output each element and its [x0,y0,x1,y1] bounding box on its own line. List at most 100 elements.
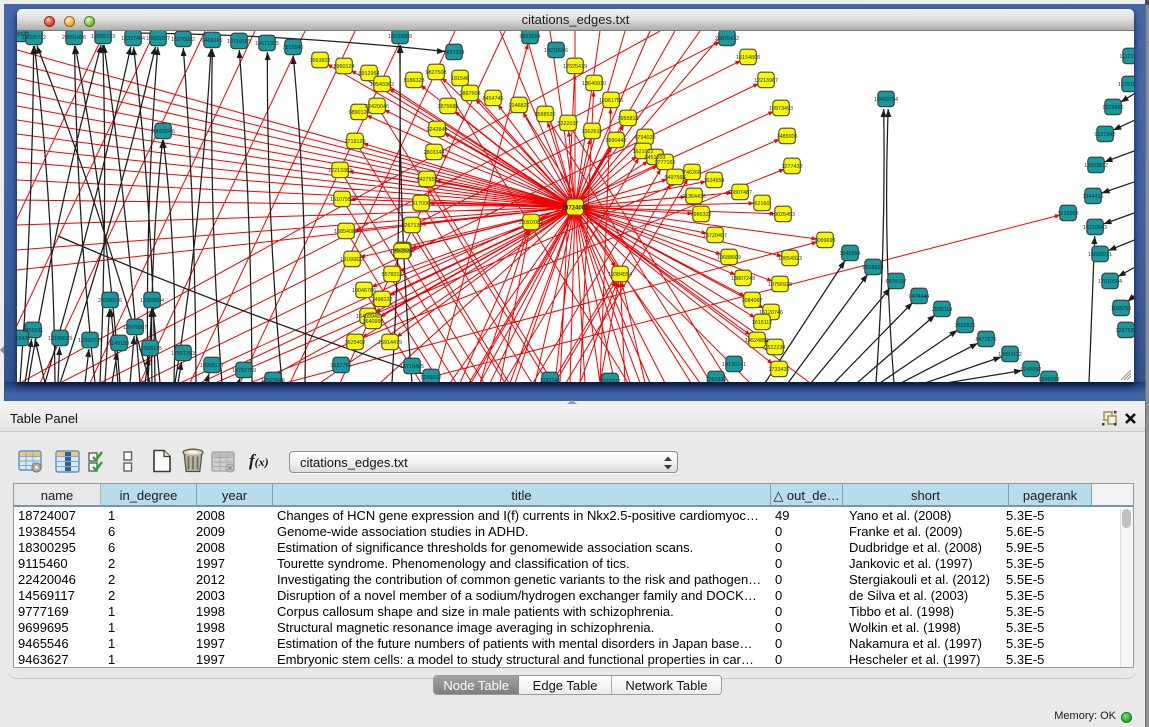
svg-text:9146821: 9146821 [509,103,530,109]
svg-text:13353594: 13353594 [390,249,414,255]
svg-text:181546: 181546 [451,76,469,82]
svg-text:9827508: 9827508 [426,70,447,76]
svg-text:9637791: 9637791 [331,363,352,369]
svg-text:7986322: 7986322 [691,212,712,218]
svg-text:3875685: 3875685 [438,104,459,110]
svg-text:10688609: 10688609 [717,255,741,261]
svg-text:2935114: 2935114 [932,307,953,313]
svg-text:8454749: 8454749 [483,96,504,102]
svg-text:9084067: 9084067 [742,298,763,304]
svg-text:15751074: 15751074 [1118,82,1134,88]
svg-text:16033809: 16033809 [388,34,412,40]
svg-text:14055712: 14055712 [22,35,46,41]
svg-text:12213383: 12213383 [328,168,352,174]
svg-text:1287539: 1287539 [1116,328,1135,334]
svg-text:7955812: 7955812 [618,116,639,122]
svg-text:19218986: 19218986 [544,48,568,54]
svg-text:2522234: 2522234 [765,345,786,351]
svg-text:23691406: 23691406 [62,35,86,41]
svg-text:15276022: 15276022 [171,37,195,43]
svg-text:18724007: 18724007 [562,206,589,212]
svg-text:13975887: 13975887 [123,325,147,331]
svg-text:1292377: 1292377 [600,379,621,382]
svg-text:10756928: 10756928 [768,282,792,288]
svg-text:13640910: 13640910 [582,81,606,87]
svg-text:7485006: 7485006 [777,134,798,140]
svg-text:16210643: 16210643 [1083,225,1107,231]
svg-text:15720407: 15720407 [703,233,727,239]
svg-text:1292399: 1292399 [706,377,727,382]
svg-text:10654923: 10654923 [778,256,802,262]
svg-text:62160: 62160 [755,201,770,207]
svg-text:16154808: 16154808 [736,55,760,61]
svg-text:3915401: 3915401 [17,336,31,342]
svg-text:7515546: 7515546 [283,45,304,51]
svg-text:9245012: 9245012 [421,375,442,381]
svg-text:16854082: 16854082 [334,229,358,235]
svg-text:9242848: 9242848 [427,127,448,133]
svg-text:23302083: 23302083 [519,220,543,226]
svg-text:10046786: 10046786 [352,288,376,294]
svg-text:14136141: 14136141 [722,362,746,368]
svg-text:12342737: 12342737 [78,338,102,344]
svg-text:20206536: 20206536 [98,298,122,304]
svg-text:10719155: 10719155 [227,39,251,45]
svg-text:10543362: 10543362 [370,82,394,88]
svg-text:16782759: 16782759 [232,368,256,374]
svg-text:2718129: 2718129 [345,139,366,145]
svg-text:7625402: 7625402 [345,340,366,346]
svg-text:8813054: 8813054 [520,34,541,40]
svg-text:1215958: 1215958 [1058,211,1079,217]
svg-text:12156829: 12156829 [48,336,72,342]
svg-text:1244415: 1244415 [1083,194,1104,200]
svg-text:17957253: 17957253 [171,351,195,357]
svg-text:16914479: 16914479 [378,340,402,346]
svg-text:1588520: 1588520 [535,112,556,118]
svg-text:8990448: 8990448 [606,138,627,144]
svg-text:5322037: 5322037 [558,121,579,127]
svg-text:12359934: 12359934 [140,298,164,304]
svg-text:7663822: 7663822 [310,58,331,64]
svg-text:6099695: 6099695 [815,238,836,244]
svg-text:8350011: 8350011 [23,328,44,334]
svg-text:1733426: 1733426 [769,367,790,373]
svg-text:7857234: 7857234 [444,50,465,56]
svg-text:16671355: 16671355 [255,41,279,47]
svg-text:11121904: 11121904 [1119,54,1134,60]
svg-text:1640995: 1640995 [363,319,384,325]
svg-text:16107553: 16107553 [330,197,354,203]
svg-text:1615112: 1615112 [752,320,773,326]
svg-text:8427552: 8427552 [417,177,438,183]
svg-text:9890124: 9890124 [349,110,370,116]
svg-text:18337404: 18337404 [121,36,145,42]
svg-text:746266: 746266 [683,170,701,176]
svg-text:16120746: 16120746 [759,310,783,316]
svg-text:9245099: 9245099 [1039,377,1060,382]
svg-text:9245052: 9245052 [1021,367,1042,373]
svg-text:10961755: 10961755 [599,98,623,104]
svg-text:3624554: 3624554 [704,178,725,184]
svg-text:18807249: 18807249 [731,276,755,282]
svg-text:1145193: 1145193 [109,341,130,347]
svg-text:8186323: 8186323 [404,78,425,84]
svg-text:1168753: 1168753 [1111,306,1132,312]
svg-text:16443794: 16443794 [874,97,898,103]
svg-text:10807487: 10807487 [728,190,752,196]
svg-text:10653267: 10653267 [146,36,170,42]
svg-text:12055713: 12055713 [91,34,115,40]
svg-text:2867608: 2867608 [460,91,481,97]
svg-text:1292345: 1292345 [540,378,561,382]
svg-text:20876412: 20876412 [715,36,739,42]
svg-text:417006: 417006 [412,201,430,207]
svg-text:1277432: 1277432 [782,164,803,170]
svg-text:19384554: 19384554 [608,272,632,278]
svg-text:5578312: 5578312 [382,272,403,278]
svg-text:6879197: 6879197 [886,279,907,285]
svg-text:10025453: 10025453 [771,212,795,218]
svg-text:1498222: 1498222 [372,297,393,303]
svg-text:8912954: 8912954 [359,71,380,77]
svg-text:8960124: 8960124 [334,64,355,70]
svg-text:1640954: 1640954 [840,251,861,257]
svg-text:12923446: 12923446 [261,378,285,382]
svg-text:15716485: 15716485 [400,364,424,370]
